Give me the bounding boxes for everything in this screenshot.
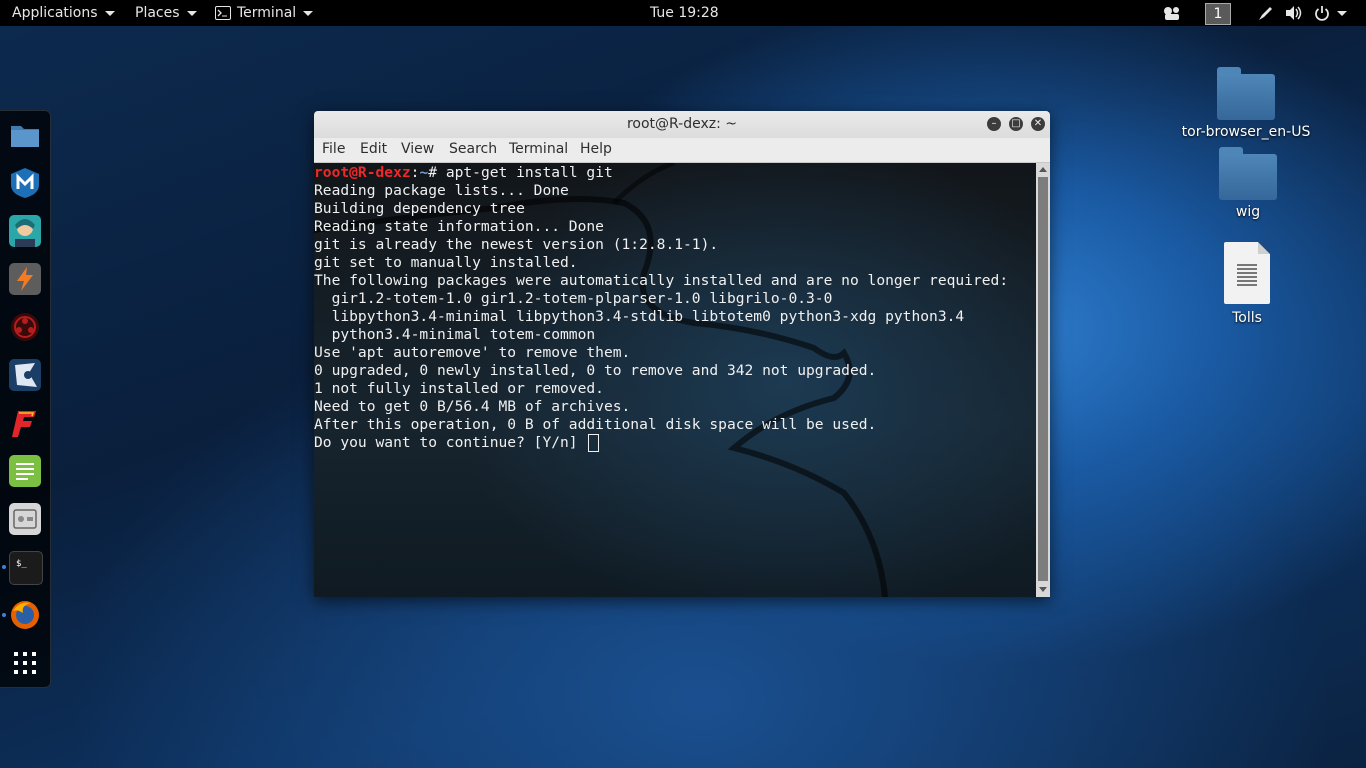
- running-indicator: [2, 613, 6, 617]
- command-text: apt-get install git: [445, 164, 613, 181]
- scrollbar-thumb[interactable]: [1038, 177, 1048, 581]
- camera-indicator-icon[interactable]: [1162, 0, 1182, 26]
- text-editor-icon[interactable]: [9, 455, 41, 487]
- beef-icon[interactable]: [9, 311, 41, 343]
- menu-edit[interactable]: Edit: [360, 141, 387, 157]
- menu-search[interactable]: Search: [449, 141, 497, 157]
- places-menu[interactable]: Places: [135, 0, 197, 26]
- maltego-icon[interactable]: [9, 359, 41, 391]
- prompt-user: root@R-dexz: [314, 164, 411, 181]
- chevron-down-icon: [104, 10, 115, 16]
- screenshot-tool-icon[interactable]: [9, 503, 41, 535]
- output-line: Reading state information... Done: [314, 218, 604, 235]
- desktop-icon-label: Tolls: [1232, 310, 1262, 326]
- folder-icon: [1219, 147, 1277, 200]
- scroll-down-arrow-icon[interactable]: [1039, 587, 1047, 592]
- prompt-end: #: [428, 164, 446, 181]
- applications-label: Applications: [12, 5, 98, 21]
- desktop-icon-tor-browser[interactable]: tor-browser_en-US: [1176, 67, 1316, 140]
- faraday-icon[interactable]: [9, 407, 41, 439]
- menu-terminal[interactable]: Terminal: [509, 141, 568, 157]
- chevron-down-icon: [186, 10, 197, 16]
- desktop-icon-wig[interactable]: wig: [1178, 147, 1318, 220]
- metasploit-icon[interactable]: [9, 167, 41, 199]
- workspace-indicator[interactable]: 1: [1205, 0, 1231, 26]
- running-indicator: [2, 565, 6, 569]
- grid-icon[interactable]: [9, 647, 41, 679]
- maximize-button[interactable]: □: [1009, 117, 1023, 131]
- top-bar: Applications Places Terminal Tue 19:28 1: [0, 0, 1366, 26]
- window-title: root@R-dexz: ~: [626, 116, 738, 132]
- output-line: libpython3.4-minimal libpython3.4-stdlib…: [314, 308, 965, 325]
- output-line: 0 upgraded, 0 newly installed, 0 to remo…: [314, 362, 877, 379]
- question-line: Do you want to continue? [Y/n]: [314, 434, 1008, 452]
- output-line: Reading package lists... Done: [314, 182, 569, 199]
- scroll-up-arrow-icon[interactable]: [1039, 167, 1047, 172]
- armitage-icon[interactable]: [9, 215, 41, 247]
- chevron-down-icon: [303, 10, 314, 16]
- dock: $_: [0, 110, 51, 688]
- svg-text:$_: $_: [16, 559, 27, 569]
- text-cursor[interactable]: [588, 434, 600, 452]
- power-icon: [1315, 6, 1329, 21]
- output-line: Need to get 0 B/56.4 MB of archives.: [314, 398, 631, 415]
- command-line: root@R-dexz:~# apt-get install git: [314, 164, 1008, 182]
- folder-icon[interactable]: [9, 119, 41, 151]
- desktop-icon-tolls[interactable]: Tolls: [1177, 242, 1317, 326]
- terminal-icon: [215, 6, 231, 20]
- workspace-number: 1: [1205, 3, 1231, 25]
- output-line: After this operation, 0 B of additional …: [314, 416, 877, 433]
- firefox-icon[interactable]: [9, 599, 41, 631]
- terminal-window[interactable]: root@R-dexz: ~ – □ ✕ File Edit View Sear…: [314, 111, 1050, 597]
- output-line: 1 not fully installed or removed.: [314, 380, 604, 397]
- burpsuite-icon[interactable]: [9, 263, 41, 295]
- output-line: gir1.2-totem-1.0 gir1.2-totem-plparser-1…: [314, 290, 833, 307]
- terminal-icon[interactable]: $_: [9, 551, 43, 585]
- menu-help[interactable]: Help: [580, 141, 612, 157]
- desktop-icon-label: wig: [1235, 204, 1261, 220]
- terminal-lines: root@R-dexz:~# apt-get install git Readi…: [314, 164, 1008, 452]
- output-line: python3.4-minimal totem-common: [314, 326, 596, 343]
- scrollbar[interactable]: [1036, 163, 1050, 597]
- menu-file[interactable]: File: [322, 141, 345, 157]
- output-line: The following packages were automaticall…: [314, 272, 1009, 289]
- desktop-icon-label: tor-browser_en-US: [1181, 124, 1311, 140]
- power-menu[interactable]: [1314, 0, 1347, 26]
- app-menu-terminal[interactable]: Terminal: [215, 0, 314, 26]
- output-line: git is already the newest version (1:2.8…: [314, 236, 719, 253]
- terminal-menu-label: Terminal: [237, 5, 297, 21]
- menu-bar: File Edit View Search Terminal Help: [314, 138, 1050, 163]
- prompt-path: ~: [419, 164, 429, 181]
- folder-icon: [1217, 67, 1275, 120]
- pen-icon[interactable]: [1257, 0, 1275, 26]
- output-line: Building dependency tree: [314, 200, 525, 217]
- applications-menu[interactable]: Applications: [12, 0, 115, 26]
- volume-icon[interactable]: [1285, 0, 1303, 26]
- output-line: git set to manually installed.: [314, 254, 578, 271]
- continue-prompt: Do you want to continue? [Y/n]: [314, 434, 587, 451]
- places-label: Places: [135, 5, 180, 21]
- window-titlebar[interactable]: root@R-dexz: ~ – □ ✕: [314, 111, 1050, 138]
- document-icon: [1224, 242, 1270, 304]
- chevron-down-icon: [1337, 10, 1347, 16]
- clock[interactable]: Tue 19:28: [650, 0, 719, 26]
- menu-view[interactable]: View: [401, 141, 434, 157]
- terminal-output[interactable]: root@R-dexz:~# apt-get install git Readi…: [314, 163, 1036, 597]
- close-button[interactable]: ✕: [1031, 117, 1045, 131]
- minimize-button[interactable]: –: [987, 117, 1001, 131]
- output-line: Use 'apt autoremove' to remove them.: [314, 344, 631, 361]
